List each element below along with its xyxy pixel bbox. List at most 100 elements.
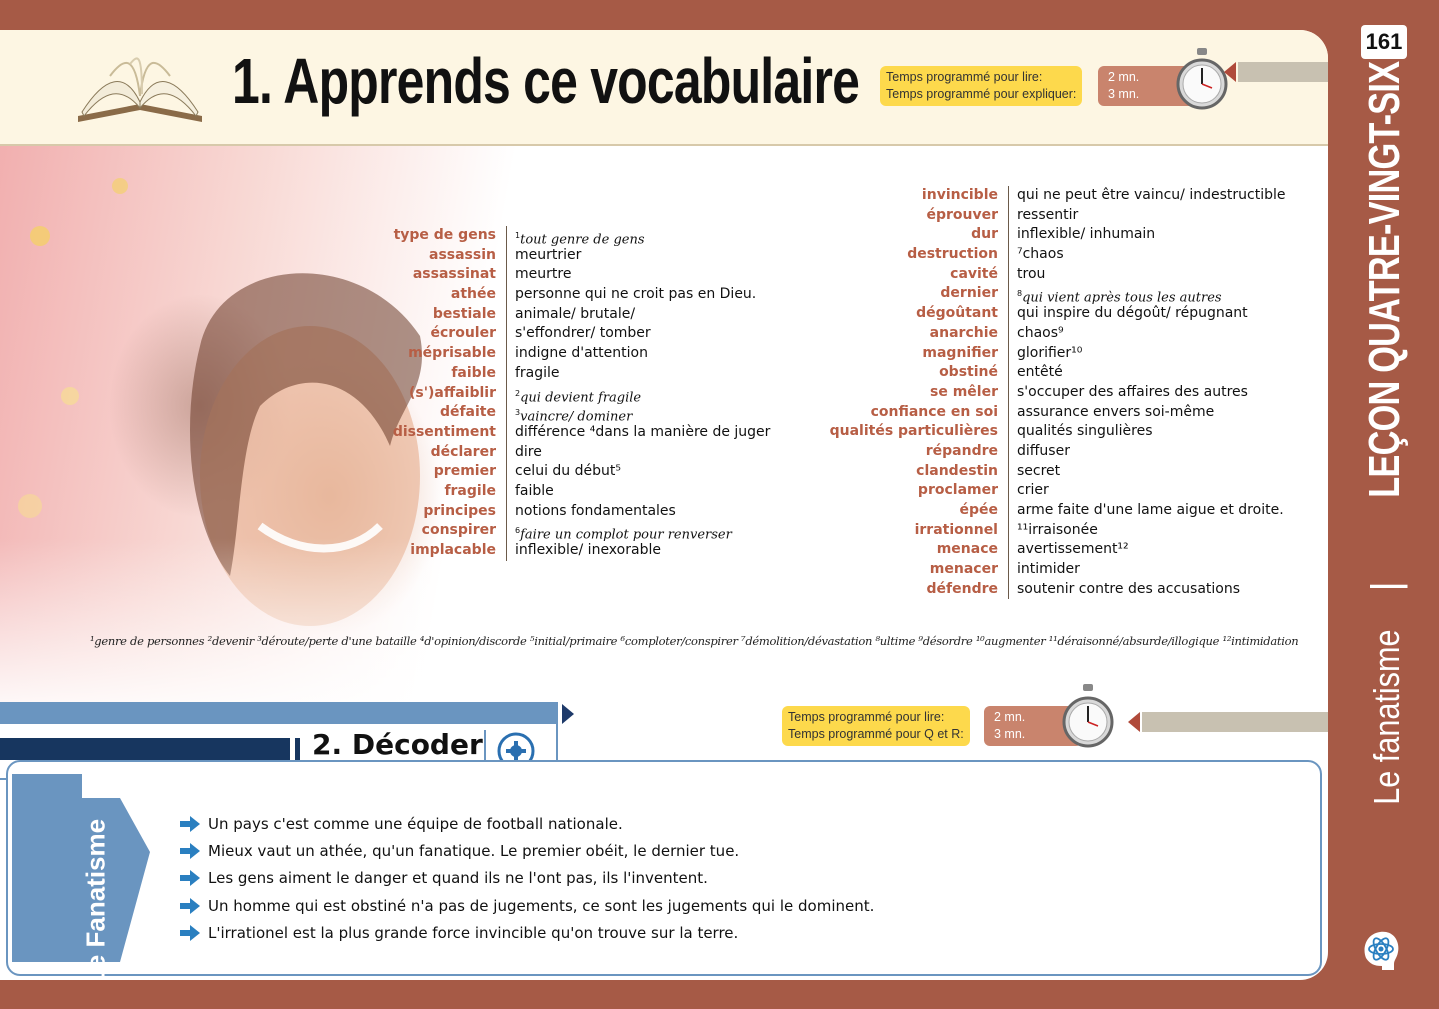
vocab-row: dissentiment différence ⁴dans la manière … (300, 422, 770, 443)
definition-text: faible (515, 482, 554, 499)
vocab-definition: secret (1009, 462, 1060, 482)
definition-text: ¹¹irraisonée (1017, 521, 1098, 538)
section1-title: 1. Apprends ce vocabulaire (232, 45, 860, 117)
vocab-row: bestiale animale/ brutale/ (300, 304, 770, 325)
definition-text: animale/ brutale/ (515, 305, 636, 322)
definition-text: personne qui ne croit pas en Dieu. (515, 286, 757, 303)
vocab-term: écrouler (300, 324, 507, 345)
definition-text: qualités singulières (1017, 423, 1153, 440)
vocab-term: implacable (300, 541, 507, 561)
vocab-row: confiance en soi assurance envers soi-mêm… (790, 402, 1285, 423)
vocab-list-left: type de gens 1tout genre de gens assassin m… (300, 226, 770, 561)
vocab-term: répandre (790, 441, 1009, 462)
vocab-row: invincible qui ne peut être vaincu/ indes… (790, 186, 1285, 206)
vocab-definition: soutenir contre des accusations (1009, 580, 1240, 600)
definition-text: fragile (515, 364, 560, 381)
vocab-row: menacer intimider (790, 560, 1285, 580)
definition-text: entêté (1017, 364, 1063, 381)
section2-timer-labels: Temps programmé pour lire: Temps program… (782, 706, 970, 746)
vocab-term: conspirer (300, 521, 507, 541)
section2-arrow-icon (562, 704, 574, 724)
vocab-definition: fragile (507, 364, 560, 384)
vocab-definition: qualités singulières (1009, 422, 1153, 442)
definition-text: dire (515, 443, 542, 460)
vocab-row: menace avertissement¹² (790, 540, 1285, 561)
section1-timer-labels: Temps programmé pour lire: Temps program… (880, 66, 1083, 106)
vocab-row: irrationnel ¹¹irraisonée (790, 520, 1285, 541)
vocab-row: méprisable indigne d'attention (300, 344, 770, 364)
vocab-row: dernier 8qui vient après tous les autres (790, 284, 1285, 306)
vocab-term: confiance en soi (790, 402, 1009, 423)
definition-text: secret (1017, 462, 1061, 479)
vocab-row: obstiné entêté (790, 363, 1285, 383)
vocab-row: éprouver ressentir (790, 205, 1285, 226)
vocab-row: épée arme faite d'une lame aigue et droit… (790, 501, 1285, 521)
page-sheet: 1. Apprends ce vocabulaire Temps program… (0, 30, 1328, 980)
vocab-term: méprisable (300, 344, 507, 364)
vocab-definition: qui ne peut être vaincu/ indestructible (1009, 186, 1285, 206)
vocab-definition: animale/ brutale/ (507, 305, 635, 325)
vocab-term: type de gens (300, 226, 507, 246)
definition-text: crier (1017, 482, 1049, 499)
vocab-definition: ¹¹irraisonée (1009, 521, 1098, 541)
vocab-definition: inflexible/ inexorable (507, 541, 661, 561)
vocab-row: implacable inflexible/ inexorable (300, 541, 770, 561)
vocab-term: faible (300, 363, 507, 384)
vocab-definition: chaos⁹ (1009, 324, 1064, 344)
vocab-row: défendre soutenir contre des accusations (790, 579, 1285, 600)
vocab-row: dégoûtant qui inspire du dégoût/ répugnan… (790, 304, 1285, 324)
vocab-row: athée personne qui ne croit pas en Dieu. (300, 285, 770, 305)
vocab-term: dernier (790, 284, 1009, 305)
arrow-bullet-icon (180, 842, 200, 859)
vocab-definition: 1tout genre de gens (507, 226, 645, 248)
side-title: Le fanatisme | LEÇON QUATRE-VINGT-SIX (1360, 0, 1410, 820)
vocab-definition: différence ⁴dans la manière de juger (507, 423, 770, 443)
vocab-term: premier (300, 462, 507, 482)
quote-item: L'irrationel est la plus grande force in… (180, 919, 874, 946)
vocab-term: déclarer (300, 442, 507, 463)
vocab-term: clandestin (790, 461, 1009, 482)
timer-label-explain: Temps programmé pour expliquer: (886, 87, 1077, 101)
vocab-row: défaite 3vaincre/ dominer (300, 403, 770, 425)
definition-text: différence ⁴dans la manière de juger (515, 423, 771, 440)
vocab-row: qualités particulières qualités singulièr… (790, 422, 1285, 442)
vocab-definition: 6faire un complot pour renverser (507, 521, 732, 543)
definition-text: ⁷chaos (1017, 246, 1064, 263)
definition-text: s'occuper des affaires des autres (1017, 383, 1248, 400)
brain-atom-icon (1364, 931, 1399, 970)
vocab-term: principes (300, 501, 507, 522)
quote-text: Un homme qui est obstiné n'a pas de juge… (208, 896, 875, 915)
vocab-row: magnifier glorifier¹⁰ (790, 343, 1285, 364)
definition-text: intimider (1017, 561, 1080, 578)
vocab-row: anarchie chaos⁹ (790, 323, 1285, 344)
vocab-definition: personne qui ne croit pas en Dieu. (507, 285, 756, 305)
vocab-term: proclamer (790, 481, 1009, 501)
definition-text: meurtrier (515, 246, 582, 263)
vocab-term: invincible (790, 186, 1009, 206)
side-separator: | (1364, 581, 1408, 592)
timer-label-qr: Temps programmé pour Q et R: (788, 727, 964, 741)
timer-label-read: Temps programmé pour lire: (886, 70, 1043, 84)
vocab-definition: diffuser (1009, 442, 1070, 462)
vocab-row: dur inflexible/ inhumain (790, 225, 1285, 246)
vocab-definition: celui du début⁵ (507, 462, 621, 482)
section2-bar (0, 738, 290, 760)
vocab-definition: indigne d'attention (507, 344, 648, 364)
vocab-row: assassin meurtrier (300, 245, 770, 266)
definition-text: indigne d'attention (515, 345, 648, 362)
vocab-definition: avertissement¹² (1009, 540, 1129, 560)
vocab-row: destruction ⁷chaos (790, 245, 1285, 265)
vocab-term: obstiné (790, 363, 1009, 383)
vocab-row: écrouler s'effondrer/ tomber (300, 324, 770, 345)
vocab-term: magnifier (790, 343, 1009, 364)
definition-text: glorifier¹⁰ (1017, 344, 1083, 361)
side-theme: Le fanatisme (1366, 629, 1407, 805)
vocab-row: assassinat meurtre (300, 265, 770, 286)
quote-text: Les gens aiment le danger et quand ils n… (208, 869, 708, 888)
vocab-definition: trou (1009, 265, 1045, 285)
timer-arrow-icon (1224, 62, 1236, 82)
arrow-bullet-icon (180, 815, 200, 832)
stopwatch-icon (1176, 48, 1228, 110)
section2-tab-label: Le Fanatisme (80, 818, 111, 980)
timer-bar (1142, 712, 1328, 732)
